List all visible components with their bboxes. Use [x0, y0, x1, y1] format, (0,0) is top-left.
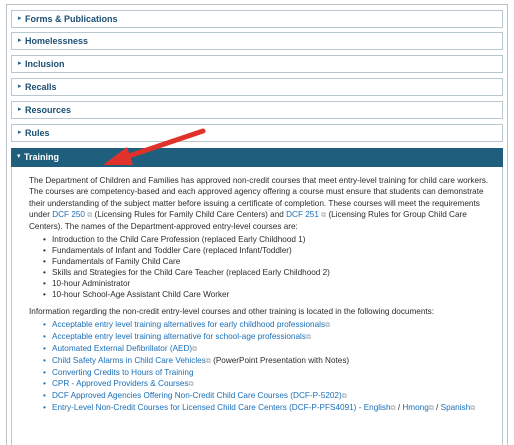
- list-item: Entry-Level Non-Credit Courses for Licen…: [43, 403, 492, 415]
- doc-link[interactable]: DCF Approved Agencies Offering Non-Credi…: [52, 391, 342, 400]
- external-link-icon: ⧉: [305, 334, 311, 342]
- accordion-label: Forms & Publications: [25, 14, 118, 24]
- accordion-inclusion[interactable]: ▸ Inclusion: [11, 55, 503, 73]
- list-item: 10-hour School-Age Assistant Child Care …: [43, 290, 492, 301]
- list-item: Introduction to the Child Care Professio…: [43, 235, 492, 246]
- accordion-label: Homelessness: [25, 36, 89, 46]
- list-item: DCF Approved Agencies Offering Non-Credi…: [43, 391, 492, 403]
- list-item: Acceptable entry level training alternat…: [43, 320, 492, 332]
- doc-link[interactable]: CPR - Approved Providers & Courses: [52, 379, 189, 388]
- accordion-training[interactable]: ▾ Training: [11, 148, 503, 167]
- doc-link[interactable]: Converting Credits to Hours of Training: [52, 368, 194, 377]
- list-item: Fundamentals of Family Child Care: [43, 257, 492, 268]
- external-link-icon: ⧉: [341, 392, 347, 400]
- accordion-homelessness[interactable]: ▸ Homelessness: [11, 32, 503, 50]
- accordion-label: Inclusion: [25, 59, 65, 69]
- doc-link-hmong[interactable]: Hmong: [402, 403, 428, 412]
- training-content: The Department of Children and Families …: [11, 167, 503, 445]
- external-link-icon: ⧉: [428, 404, 434, 412]
- dcf251-link[interactable]: DCF 251: [286, 210, 319, 219]
- training-info: Information regarding the non-credit ent…: [29, 306, 435, 316]
- accordion-forms-publications[interactable]: ▸ Forms & Publications: [11, 10, 503, 28]
- list-item: CPR - Approved Providers & Courses⧉: [43, 379, 492, 391]
- external-link-icon: ⧉: [470, 404, 476, 412]
- document-links: Acceptable entry level training alternat…: [43, 320, 492, 414]
- training-intro: The Department of Children and Families …: [29, 175, 492, 232]
- list-item: Converting Credits to Hours of Training: [43, 368, 492, 379]
- doc-link-spanish[interactable]: Spanish: [441, 403, 471, 412]
- external-link-icon: ⧉: [192, 346, 198, 354]
- list-item: Automated External Defibrillator (AED)⧉: [43, 344, 492, 356]
- accordion-rules[interactable]: ▸ Rules: [11, 124, 503, 142]
- list-item: 10-hour Administrator: [43, 279, 492, 290]
- course-list: Introduction to the Child Care Professio…: [43, 235, 492, 300]
- list-item: Acceptable entry level training alternat…: [43, 332, 492, 344]
- red-arrow-annotation: [103, 128, 206, 165]
- doc-link[interactable]: Entry-Level Non-Credit Courses for Licen…: [52, 403, 391, 412]
- accordion-label: Recalls: [25, 82, 57, 92]
- link-note: (PowerPoint Presentation with Notes): [210, 355, 350, 365]
- accordion-label: Rules: [25, 128, 50, 138]
- external-link-icon: ⧉: [325, 322, 331, 330]
- doc-link[interactable]: Acceptable entry level training alternat…: [52, 332, 306, 341]
- external-link-icon: ⧉: [188, 380, 194, 388]
- dcf250-link[interactable]: DCF 250: [52, 210, 85, 219]
- accordion-recalls[interactable]: ▸ Recalls: [11, 78, 503, 96]
- accordion-panel: ▸ Forms & Publications ▸ Homelessness ▸ …: [6, 4, 508, 445]
- intro-text: (Licensing Rules for Family Child Care C…: [92, 209, 287, 219]
- list-item: Fundamentals of Infant and Toddler Care …: [43, 246, 492, 257]
- list-item: Child Safety Alarms in Child Care Vehicl…: [43, 356, 492, 368]
- accordion-label: Resources: [25, 105, 72, 115]
- accordion-resources[interactable]: ▸ Resources: [11, 101, 503, 119]
- doc-link[interactable]: Child Safety Alarms in Child Care Vehicl…: [52, 356, 206, 365]
- doc-link[interactable]: Acceptable entry level training alternat…: [52, 320, 325, 329]
- list-item: Skills and Strategies for the Child Care…: [43, 268, 492, 279]
- accordion-label: Training: [24, 152, 60, 162]
- chevron-down-icon: ▾: [17, 153, 21, 160]
- doc-link[interactable]: Automated External Defibrillator (AED): [52, 344, 192, 353]
